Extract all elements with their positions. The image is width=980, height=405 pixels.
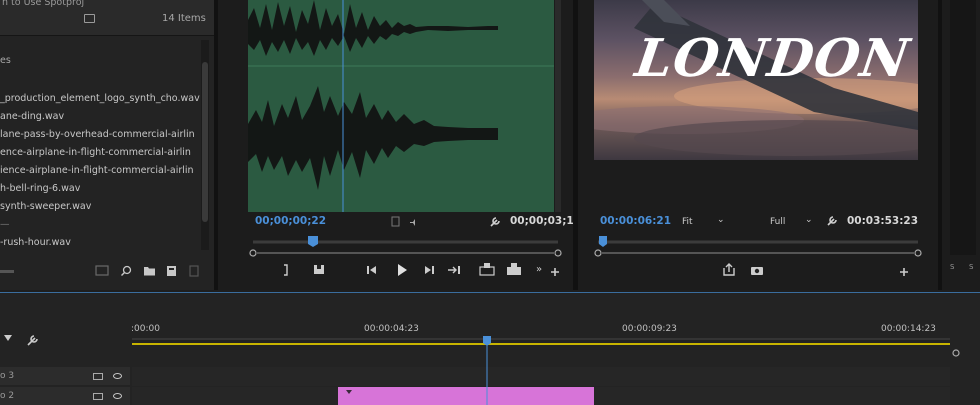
zoom-handle-right	[554, 249, 562, 257]
ruler-label: :00:00	[131, 324, 160, 334]
more-icon: »	[536, 264, 542, 275]
title-overlay: LONDON	[631, 28, 914, 89]
list-item[interactable]: ence-airplane-in-flight-commercial-airli…	[0, 144, 191, 162]
project-header: n to Use Spotproj 14 Items	[0, 0, 214, 36]
go-to-out-icon	[448, 266, 460, 274]
list-item[interactable]: -rush-hour.wav	[0, 234, 71, 246]
list-item[interactable]: synth-sweeper.wav	[0, 198, 91, 216]
marker-icon	[4, 335, 12, 341]
track-name: o 2	[0, 391, 15, 401]
zoom-handle-right	[914, 249, 922, 257]
clear-icon	[189, 265, 199, 277]
video-clip	[338, 387, 594, 405]
export-frame-icon	[723, 263, 735, 276]
list-header-name[interactable]: es	[0, 52, 11, 70]
overwrite-icon	[507, 263, 521, 275]
waveform-channel-2	[248, 86, 498, 190]
track-header-v3[interactable]: o 3	[0, 367, 130, 385]
list-item[interactable]: —	[0, 216, 10, 234]
item-count: 14 Items	[162, 13, 206, 24]
step-back-icon	[367, 266, 376, 274]
list-item[interactable]: _production_element_logo_synth_cho.wav	[0, 90, 200, 108]
eye-icon[interactable]	[113, 393, 122, 399]
timeline-settings-icon	[27, 335, 38, 346]
source-settings-icon	[490, 217, 500, 227]
waveform-scroll[interactable]	[555, 0, 561, 212]
eye-icon[interactable]	[113, 373, 122, 379]
play-icon	[398, 264, 407, 276]
project-toolbar-icons	[0, 265, 199, 277]
source-playhead-marker	[308, 236, 318, 247]
list-item[interactable]: lane-pass-by-overhead-commercial-airlin	[0, 126, 195, 144]
list-item[interactable]: ience-airplane-in-flight-commercial-airl…	[0, 162, 194, 180]
camera-icon	[751, 267, 763, 275]
list-item[interactable]: ane-ding.wav	[0, 108, 64, 126]
new-bin-icon	[144, 267, 155, 276]
project-panel: n to Use Spotproj 14 Items es _productio…	[0, 0, 214, 290]
step-forward-icon	[425, 266, 434, 274]
bin-icon[interactable]	[84, 14, 95, 23]
zoom-handle-left	[594, 249, 602, 257]
program-playhead-marker	[599, 236, 607, 247]
ruler-label: 00:00:14:23	[881, 324, 936, 334]
program-monitor: LONDON 00:00:06:21 Fit ⌄ Full ⌄ 00:03:53…	[578, 0, 938, 290]
solo-button[interactable]: S	[950, 263, 954, 271]
audio-meter-strip: S S	[942, 0, 980, 290]
zoom-handle-left	[249, 249, 257, 257]
freeform-view-icon	[95, 265, 109, 276]
audio-meter	[950, 0, 976, 255]
new-item-icon	[167, 266, 176, 276]
project-scrollbar[interactable]	[201, 40, 209, 250]
zoom-handle-right	[952, 349, 960, 357]
scrollbar-thumb[interactable]	[202, 62, 208, 222]
project-file-list: es _production_element_logo_synth_cho.wa…	[0, 40, 200, 246]
find-icon	[121, 265, 132, 276]
mark-out-icon	[284, 264, 288, 276]
insert-icon	[479, 263, 495, 276]
waveform-channel-1	[248, 0, 498, 56]
program-video-frame[interactable]: LONDON	[594, 0, 918, 160]
list-item[interactable]: h-bell-ring-6.wav	[0, 180, 80, 198]
program-transport	[594, 236, 922, 276]
toggle-sync-lock-icon[interactable]	[93, 393, 103, 400]
add-marker-icon	[314, 265, 324, 274]
ruler-label: 00:00:09:23	[622, 324, 677, 334]
timeline-panel: :00:00 00:00:04:23 00:00:09:23 00:00:14:…	[0, 292, 980, 405]
project-toolbar	[0, 258, 214, 284]
zoom-slider-track	[0, 270, 14, 273]
source-monitor: 00;00;00;22 00;00;03;12 »	[218, 0, 581, 290]
toggle-sync-lock-icon[interactable]	[93, 373, 103, 380]
button-editor-icon	[900, 268, 908, 276]
ruler-label: 00:00:04:23	[364, 324, 419, 334]
audio-waveform[interactable]	[248, 0, 554, 212]
project-path: n to Use Spotproj	[2, 0, 85, 8]
track-header-v2[interactable]: o 2	[0, 387, 130, 405]
timeline-graphics	[4, 335, 960, 405]
source-transport: »	[249, 216, 562, 276]
drag-audio-only-icon	[410, 219, 415, 226]
button-editor-icon	[551, 268, 559, 276]
waveform-graphic	[248, 0, 554, 212]
solo-button[interactable]: S	[969, 263, 973, 271]
track-name: o 3	[0, 371, 15, 381]
drag-video-only-icon	[391, 216, 400, 227]
